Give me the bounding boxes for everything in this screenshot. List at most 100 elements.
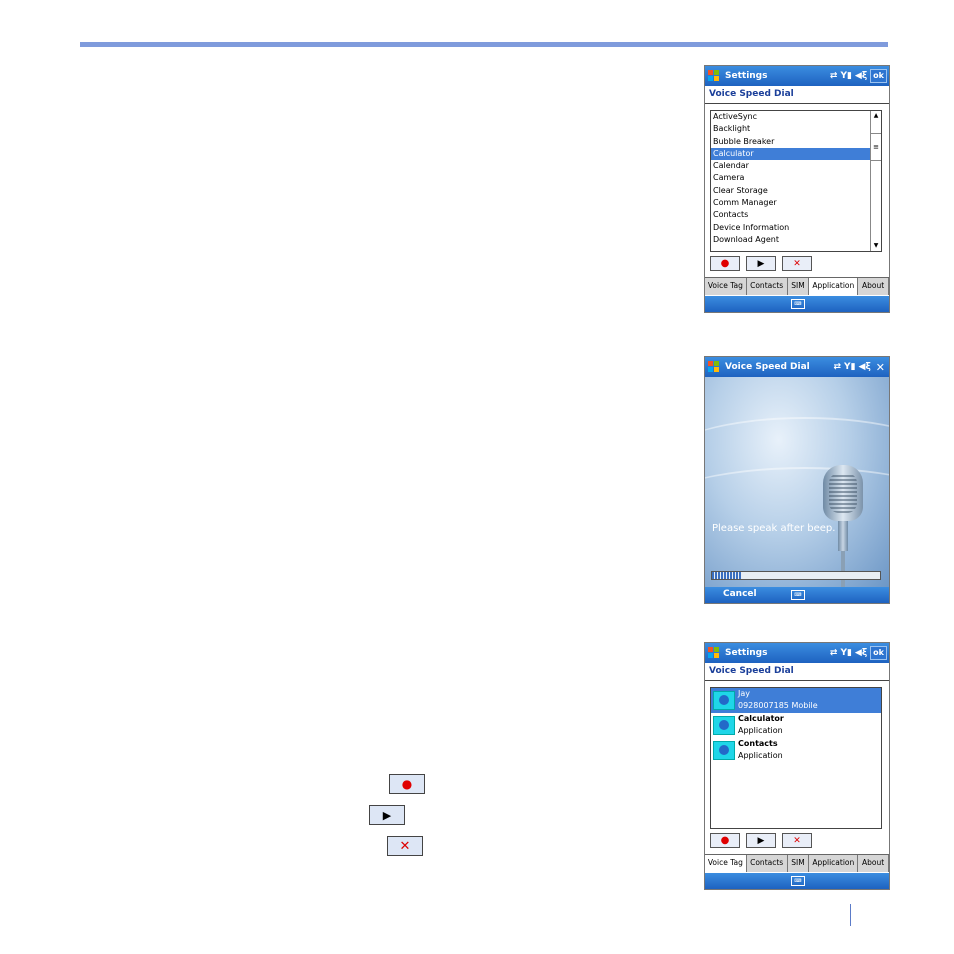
cancel-button[interactable]: Cancel — [723, 589, 757, 599]
speak-prompt: Please speak after beep. — [712, 523, 836, 534]
speaker-icon[interactable]: ◀ξ — [855, 71, 867, 81]
sync-arrows-icon[interactable]: ⇄ — [834, 362, 842, 372]
voice-tag-row[interactable]: Contacts Application — [711, 738, 881, 763]
tab-application[interactable]: Application — [809, 855, 859, 872]
page-margin-mark — [850, 904, 851, 926]
voice-tag-list[interactable]: Jay 0928007185 Mobile Calculator Applicatio… — [710, 687, 882, 829]
list-scrollbar[interactable]: ▲ ≡ ▼ — [870, 111, 881, 251]
voice-tag-name: Jay — [738, 689, 750, 698]
legend-record-button: ● — [389, 774, 425, 794]
keyboard-icon[interactable]: ⌨ — [791, 590, 805, 600]
close-icon[interactable]: ✕ — [874, 361, 887, 374]
play-button[interactable]: ▶ — [746, 833, 776, 848]
list-item[interactable]: Contacts🎙 — [711, 209, 881, 221]
windows-flag-icon[interactable] — [708, 646, 721, 660]
voice-tag-name: Contacts — [738, 739, 778, 748]
voice-tag-detail: Application — [738, 751, 783, 760]
window-title: Voice Speed Dial — [725, 362, 810, 372]
list-item-label: Backlight — [713, 124, 751, 134]
delete-button[interactable]: ✕ — [782, 833, 812, 848]
play-button[interactable]: ▶ — [746, 256, 776, 271]
list-item[interactable]: Bubble Breaker — [711, 136, 881, 148]
soft-key-bar: Cancel ⌨ — [705, 587, 889, 603]
list-item-label: Calculator — [713, 148, 754, 158]
list-item[interactable]: Comm Manager — [711, 197, 881, 209]
list-item-label: Calendar — [713, 161, 749, 171]
voice-tag-name: Calculator — [738, 714, 784, 723]
microphone-neck — [838, 521, 848, 551]
ok-button[interactable]: ok — [870, 646, 887, 660]
delete-x-icon: ✕ — [793, 258, 801, 269]
soft-key-bar: ⌨ — [705, 296, 889, 312]
record-icon: ● — [720, 258, 730, 269]
keyboard-icon[interactable]: ⌨ — [791, 876, 805, 886]
screenshot-recording: Voice Speed Dial ⇄ Y▮ ◀ξ ✕ Please speak … — [704, 356, 890, 604]
signal-icon[interactable]: Y▮ — [844, 362, 855, 372]
voice-tag-detail: Application — [738, 726, 783, 735]
windows-flag-icon[interactable] — [708, 69, 721, 83]
sync-arrows-icon[interactable]: ⇄ — [830, 71, 838, 81]
title-bar: Settings ⇄ Y▮ ◀ξ ok — [705, 643, 889, 663]
progress-fill — [712, 572, 743, 579]
tab-about[interactable]: About — [858, 855, 889, 872]
list-item[interactable]: Clear Storage — [711, 185, 881, 197]
ok-button[interactable]: ok — [870, 69, 887, 83]
windows-flag-icon[interactable] — [708, 360, 721, 374]
list-item[interactable]: Device Information — [711, 222, 881, 234]
voice-tag-row[interactable]: Jay 0928007185 Mobile — [711, 688, 881, 713]
application-list[interactable]: ActiveSync Backlight Bubble Breaker Calcula… — [710, 110, 882, 252]
tab-about[interactable]: About — [858, 278, 889, 295]
list-item[interactable]: Calendar — [711, 160, 881, 172]
play-icon: ▶ — [382, 808, 392, 822]
sync-arrows-icon[interactable]: ⇄ — [830, 648, 838, 658]
tab-application[interactable]: Application — [809, 278, 859, 295]
tab-voice-tag[interactable]: Voice Tag — [705, 855, 747, 872]
list-item[interactable]: ActiveSync — [711, 111, 881, 123]
voice-tag-icon — [713, 716, 735, 735]
list-item-label: ActiveSync — [713, 112, 758, 121]
screenshot-settings-application: Settings ⇄ Y▮ ◀ξ ok Voice Speed Dial Act… — [704, 65, 890, 313]
scroll-thumb[interactable]: ≡ — [871, 133, 881, 161]
list-item[interactable]: Download Agent — [711, 234, 881, 246]
tab-bar: Voice Tag Contacts SIM Application About — [705, 277, 889, 295]
section-header: Voice Speed Dial — [705, 86, 889, 104]
record-icon: ● — [401, 777, 413, 791]
scroll-down-icon[interactable]: ▼ — [871, 241, 881, 251]
tab-voice-tag[interactable]: Voice Tag — [705, 278, 747, 295]
signal-icon[interactable]: Y▮ — [840, 648, 851, 658]
scroll-up-icon[interactable]: ▲ — [871, 111, 881, 121]
voice-tag-row[interactable]: Calculator Application — [711, 713, 881, 738]
voice-tag-detail: 0928007185 Mobile — [738, 701, 818, 710]
list-item-label: Camera — [713, 173, 745, 183]
tab-bar: Voice Tag Contacts SIM Application About — [705, 854, 889, 872]
microphone-grille — [829, 473, 857, 513]
speaker-icon[interactable]: ◀ξ — [859, 362, 871, 372]
tab-contacts[interactable]: Contacts — [747, 855, 788, 872]
delete-x-icon: ✕ — [793, 835, 801, 846]
delete-x-icon: ✕ — [399, 838, 411, 854]
voice-tag-icon — [713, 741, 735, 760]
list-item[interactable]: Calculator🎙 — [711, 147, 881, 161]
tab-sim[interactable]: SIM — [788, 855, 810, 872]
delete-button[interactable]: ✕ — [782, 256, 812, 271]
play-icon: ▶ — [757, 258, 765, 269]
tab-contacts[interactable]: Contacts — [747, 278, 788, 295]
title-bar: Settings ⇄ Y▮ ◀ξ ok — [705, 66, 889, 86]
speaker-icon[interactable]: ◀ξ — [855, 648, 867, 658]
signal-icon[interactable]: Y▮ — [840, 71, 851, 81]
voice-tag-icon — [713, 691, 735, 710]
record-button[interactable]: ● — [710, 256, 740, 271]
window-title: Settings — [725, 648, 768, 658]
list-item[interactable]: Backlight — [711, 123, 881, 135]
keyboard-icon[interactable]: ⌨ — [791, 299, 805, 309]
list-item-label: Download Agent — [713, 234, 779, 244]
microphone-background: Please speak after beep. — [705, 377, 889, 587]
list-item[interactable]: Camera — [711, 172, 881, 184]
record-button[interactable]: ● — [710, 833, 740, 848]
legend-play-button: ▶ — [369, 805, 405, 825]
recording-progress — [711, 571, 881, 580]
list-item-label: Device Information — [713, 222, 790, 232]
tab-sim[interactable]: SIM — [788, 278, 810, 295]
window-title: Settings — [725, 71, 768, 81]
list-item-label: Clear Storage — [713, 185, 768, 195]
